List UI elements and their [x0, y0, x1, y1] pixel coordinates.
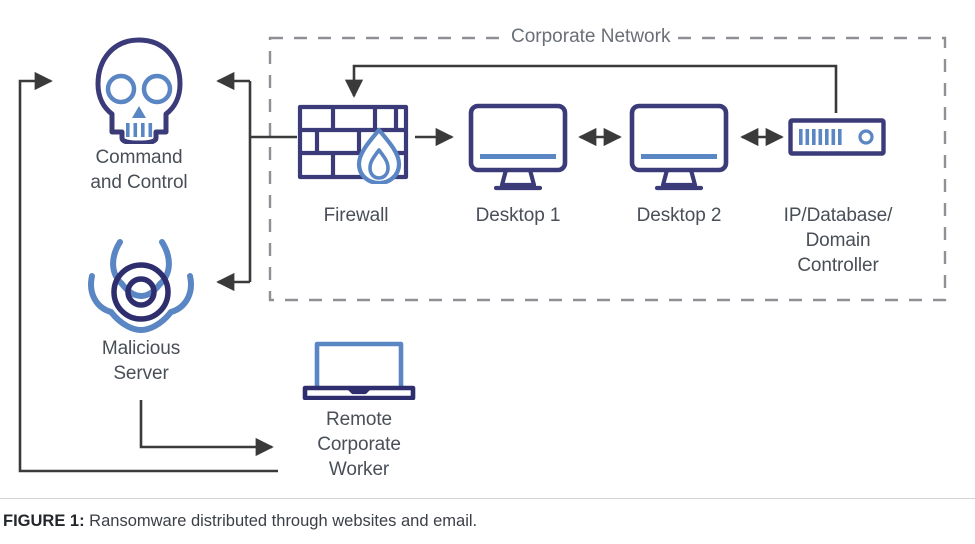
- zone-label-corporate-network: Corporate Network: [503, 26, 679, 48]
- firewall-brick-flame-icon: [297, 104, 415, 186]
- ransomware-flow-diagram: Command and Control Malicious Server Fir…: [0, 0, 975, 544]
- figure-caption-prefix: FIGURE 1:: [3, 512, 85, 530]
- node-label-ip-database-domain-controller: IP/Database/ Domain Controller: [783, 205, 893, 276]
- biohazard-icon: [84, 232, 198, 336]
- laptop-icon: [300, 338, 418, 401]
- node-label-command-and-control: Command and Control: [90, 147, 188, 193]
- desktop-monitor-icon: [629, 103, 729, 193]
- connector-server-to-firewall: [344, 64, 838, 113]
- server-rack-icon: [788, 118, 886, 156]
- caption-divider: [0, 498, 975, 499]
- node-label-desktop-2: Desktop 2: [636, 205, 722, 226]
- figure-caption: FIGURE 1: Ransomware distributed through…: [3, 512, 477, 531]
- figure-caption-text: Ransomware distributed through websites …: [84, 512, 478, 530]
- node-label-remote-corporate-worker: Remote Corporate Worker: [317, 409, 401, 480]
- node-label-firewall: Firewall: [323, 205, 389, 226]
- desktop-monitor-icon: [468, 103, 568, 193]
- connector-malicious-server-to-remote-worker: [139, 400, 274, 457]
- node-label-desktop-1: Desktop 1: [475, 205, 561, 226]
- skull-icon: [88, 36, 190, 146]
- node-label-malicious-server: Malicious Server: [101, 338, 181, 384]
